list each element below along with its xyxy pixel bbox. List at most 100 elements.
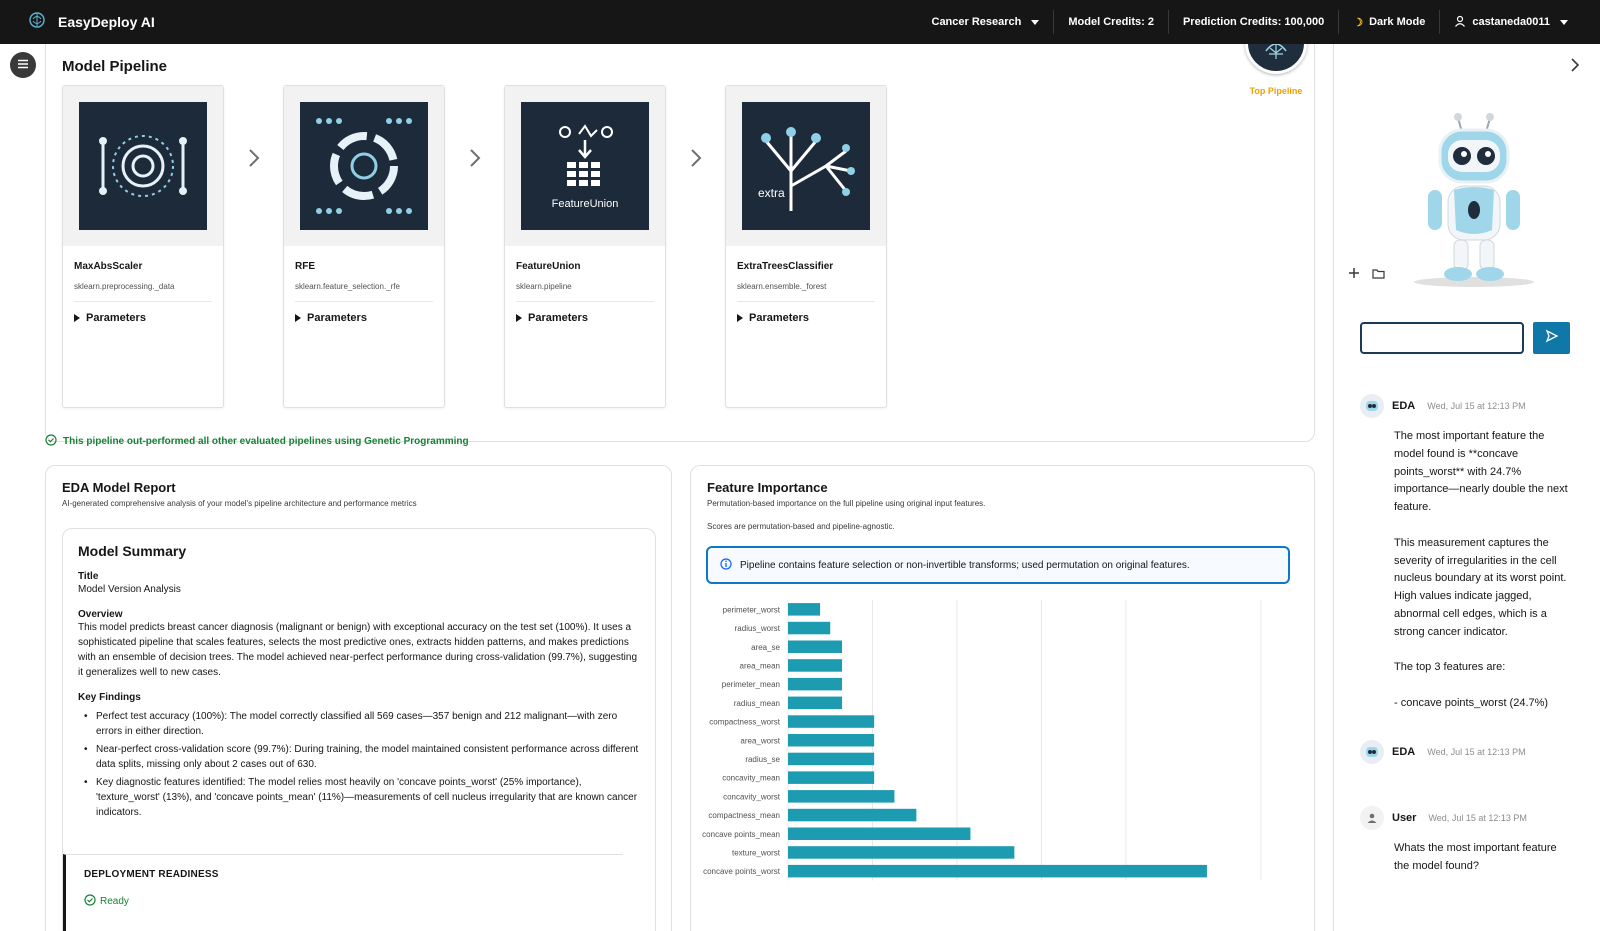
parameters-label: Parameters [528, 312, 588, 324]
message-text: Whats the most important feature the mod… [1394, 842, 1557, 872]
top-bar: EasyDeploy AI Cancer Research Model Cred… [0, 0, 1600, 44]
bar [788, 771, 875, 784]
user-icon [1454, 15, 1466, 30]
pipeline-step-card[interactable]: extra ExtraTreesClassifier sklearn.ensem… [725, 85, 887, 408]
project-dropdown[interactable]: Cancer Research [918, 10, 1054, 34]
parameters-toggle[interactable]: Parameters [295, 301, 433, 324]
caret-down-icon [1031, 19, 1040, 25]
art-label: FeatureUnion [551, 198, 619, 210]
bar [788, 846, 1015, 859]
chat-input[interactable] [1360, 322, 1524, 354]
model-credits: Model Credits: 2 [1053, 10, 1168, 34]
caret-right-icon [737, 314, 743, 322]
title-value: Model Version Analysis [78, 584, 181, 595]
chevron-right-icon[interactable] [1570, 58, 1580, 77]
menu-button[interactable] [10, 52, 36, 78]
bar [788, 734, 875, 747]
summary-title: Model Summary [78, 543, 187, 559]
y-tick-label: compactness_worst [709, 718, 780, 727]
chat-message: User Wed, Jul 15 at 12:13 PM Whats the m… [1360, 806, 1569, 876]
y-tick-label: radius_worst [735, 624, 781, 633]
step-name: FeatureUnion [516, 261, 581, 272]
bar [788, 827, 971, 840]
send-icon [1545, 329, 1559, 348]
tree-icon: extra [742, 102, 870, 230]
folder-icon[interactable] [1372, 266, 1385, 284]
bar [788, 715, 875, 728]
bar [788, 603, 821, 616]
pipeline-step-card[interactable]: MaxAbsScaler sklearn.preprocessing._data… [62, 85, 224, 408]
eda-report-title: EDA Model Report [62, 480, 176, 495]
pipeline-panel: Model Pipeline Top Pipeline MaxAbsScaler… [45, 44, 1315, 442]
bar [788, 752, 875, 766]
step-name: MaxAbsScaler [74, 261, 143, 272]
chevron-right-icon [666, 85, 725, 408]
check-circle-icon [84, 894, 96, 909]
chat-tools [1348, 266, 1385, 284]
bar [788, 621, 831, 635]
y-tick-label: perimeter_mean [722, 680, 780, 689]
parameters-label: Parameters [307, 312, 367, 324]
deployment-readiness: DEPLOYMENT READINESS Ready [63, 854, 623, 931]
bar [788, 677, 843, 691]
robot-avatar-icon [1360, 394, 1384, 418]
info-icon [720, 557, 732, 573]
x-tick-label: 28% [1253, 892, 1269, 893]
y-tick-label: area_worst [740, 736, 780, 745]
send-button[interactable] [1533, 322, 1570, 354]
findings-label: Key Findings [78, 692, 141, 703]
list-item: Near-perfect cross-validation score (99.… [78, 742, 640, 772]
chat-message: EDA Wed, Jul 15 at 12:13 PM [1360, 740, 1526, 764]
brand[interactable]: EasyDeploy AI [0, 11, 155, 34]
pipeline-steps: MaxAbsScaler sklearn.preprocessing._data… [62, 85, 887, 408]
title-label: Title [78, 571, 99, 582]
x-tick-label: 10% [949, 892, 965, 893]
message-text: The most important feature the model fou… [1394, 430, 1568, 709]
step-module: sklearn.feature_selection._rfe [295, 282, 400, 291]
project-label: Cancer Research [931, 16, 1022, 28]
bar [788, 864, 1207, 878]
deployment-title: DEPLOYMENT READINESS [84, 869, 219, 880]
plus-icon[interactable] [1348, 266, 1360, 284]
message-time: Wed, Jul 15 at 12:13 PM [1428, 813, 1527, 823]
pipeline-step-card[interactable]: RFE sklearn.feature_selection._rfe Param… [283, 85, 445, 408]
deployment-status: Ready [84, 894, 605, 909]
bar [788, 696, 843, 710]
success-message: This pipeline out-performed all other ev… [45, 434, 469, 449]
y-tick-label: area_se [751, 643, 780, 652]
bar [788, 640, 843, 653]
step-image: FeatureUnion [505, 86, 665, 246]
y-tick-label: concave points_mean [702, 830, 780, 839]
message-author: EDA [1392, 746, 1416, 758]
step-name: RFE [295, 261, 315, 272]
overview-text: This model predicts breast cancer diagno… [78, 622, 638, 678]
success-text: This pipeline out-performed all other ev… [63, 436, 469, 447]
caret-right-icon [74, 314, 80, 322]
eda-report-subtitle: AI-generated comprehensive analysis of y… [62, 499, 417, 508]
chat-message: EDA Wed, Jul 15 at 12:13 PM The most imp… [1360, 394, 1569, 713]
parameters-toggle[interactable]: Parameters [74, 301, 212, 324]
pipeline-step-card[interactable]: FeatureUnion FeatureUnion sklearn.pipeli… [504, 85, 666, 408]
brain-icon [1245, 44, 1307, 74]
parameters-toggle[interactable]: Parameters [516, 301, 654, 324]
rfe-icon [300, 102, 428, 230]
step-name: ExtraTreesClassifier [737, 261, 834, 272]
message-time: Wed, Jul 15 at 12:13 PM [1427, 401, 1526, 411]
parameters-toggle[interactable]: Parameters [737, 301, 875, 324]
parameters-label: Parameters [86, 312, 146, 324]
overview-label: Overview [78, 609, 123, 620]
y-tick-label: concavity_worst [723, 792, 781, 801]
scaler-icon [79, 102, 207, 230]
parameters-label: Parameters [749, 312, 809, 324]
eda-report-panel: EDA Model Report AI-generated comprehens… [45, 465, 672, 931]
info-notification: Pipeline contains feature selection or n… [706, 546, 1290, 584]
user-menu[interactable]: castaneda0011 [1439, 10, 1582, 34]
y-tick-label: perimeter_worst [723, 605, 781, 614]
y-tick-label: radius_se [745, 755, 780, 764]
chat-panel: EDA Wed, Jul 15 at 12:13 PM The most imp… [1333, 44, 1600, 931]
y-tick-label: concavity_mean [722, 774, 780, 783]
step-module: sklearn.preprocessing._data [74, 282, 175, 291]
feature-importance-subtitle: Permutation-based importance on the full… [707, 499, 986, 508]
findings-list: Perfect test accuracy (100%): The model … [78, 709, 640, 820]
dark-mode-toggle[interactable]: ☽ Dark Mode [1338, 10, 1439, 34]
